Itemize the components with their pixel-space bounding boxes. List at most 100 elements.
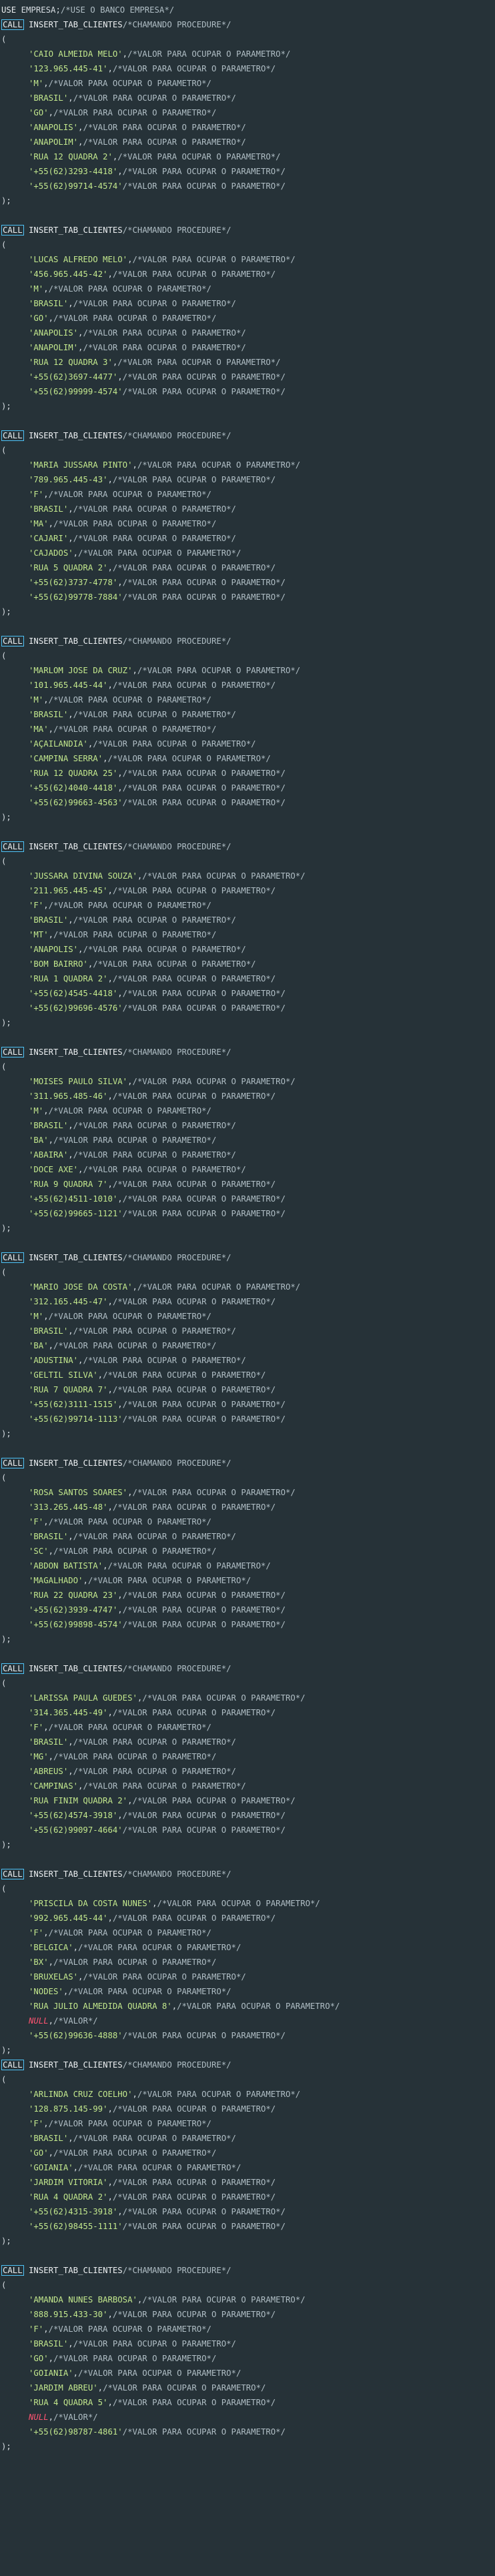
comma: , [117, 989, 123, 998]
param-value: '+55(62)3939-4747' [29, 1605, 118, 1615]
call-comment: /*CHAMANDO PROCEDURE*/ [122, 1047, 231, 1057]
call-line: CALL INSERT_TAB_CLIENTES/*CHAMANDO PROCE… [0, 1456, 495, 1470]
param-line: '+55(62)4574-3918',/*VALOR PARA OCUPAR O… [0, 1808, 495, 1823]
param-comment: /*VALOR PARA OCUPAR O PARAMETRO*/ [132, 1488, 296, 1497]
param-line: 'SC',/*VALOR PARA OCUPAR O PARAMETRO*/ [0, 1544, 495, 1559]
param-value: 'RUA 4 QUADRA 2' [29, 2192, 108, 2202]
param-line: '+55(62)3737-4778',/*VALOR PARA OCUPAR O… [0, 575, 495, 590]
param-comment: /*VALOR PARA OCUPAR O PARAMETRO*/ [122, 989, 286, 998]
code-editor[interactable]: USE EMPRESA;/*USE O BANCO EMPRESA*/ CALL… [0, 0, 495, 2454]
param-value: '789.965.445-43' [29, 475, 108, 484]
close-paren: ); [1, 2236, 11, 2246]
open-paren: ( [1, 1062, 7, 1071]
close-paren-line: ); [0, 1426, 495, 1441]
param-value: 'ANAPOLIS' [29, 123, 79, 132]
param-line: 'MA',/*VALOR PARA OCUPAR O PARAMETRO*/ [0, 516, 495, 531]
param-line: 'BRUXELAS',/*VALOR PARA OCUPAR O PARAMET… [0, 1970, 495, 1984]
param-value: 'BRASIL' [29, 2339, 69, 2348]
call-block: CALL INSERT_TAB_CLIENTES/*CHAMANDO PROCE… [0, 2263, 495, 2454]
call-comment: /*CHAMANDO PROCEDURE*/ [122, 636, 231, 646]
comma: , [43, 1517, 49, 1527]
param-comment: /*VALOR PARA OCUPAR O PARAMETRO*/ [53, 2354, 217, 2363]
param-line: 'ANAPOLIS',/*VALOR PARA OCUPAR O PARAMET… [0, 942, 495, 957]
param-line: 'CAJARI',/*VALOR PARA OCUPAR O PARAMETRO… [0, 531, 495, 546]
procedure-name: INSERT_TAB_CLIENTES [23, 1458, 123, 1468]
param-value: '+55(62)4315-3918' [29, 2207, 118, 2216]
param-value: 'GO' [29, 2148, 49, 2158]
param-comment: /*VALOR PARA OCUPAR O PARAMETRO*/ [122, 2207, 286, 2216]
param-value: 'ABAIRA' [29, 1150, 69, 1160]
comma: , [43, 1312, 49, 1321]
call-block: CALL INSERT_TAB_CLIENTES/*CHAMANDO PROCE… [0, 1661, 495, 1867]
comma: , [73, 2369, 79, 2378]
param-line: 'BA',/*VALOR PARA OCUPAR O PARAMETRO*/ [0, 1133, 495, 1148]
call-keyword: CALL [1, 841, 24, 852]
param-comment: /*VALOR PARA OCUPAR O PARAMETRO*/ [122, 1620, 286, 1629]
param-value: 'MA' [29, 725, 49, 734]
param-comment: /*VALOR PARA OCUPAR O PARAMETRO*/ [127, 49, 291, 59]
comma: , [117, 1605, 123, 1615]
call-keyword: CALL [1, 2265, 24, 2276]
close-paren: ); [1, 607, 11, 616]
open-paren-line: ( [0, 649, 495, 663]
param-comment: /*VALOR PARA OCUPAR O PARAMETRO*/ [53, 1547, 217, 1556]
param-value: 'GO' [29, 108, 49, 117]
comma: , [152, 1899, 157, 1908]
param-line: '+55(62)3111-1515',/*VALOR PARA OCUPAR O… [0, 1397, 495, 1412]
comma: , [48, 1547, 54, 1556]
param-value: 'BRASIL' [29, 2134, 69, 2143]
comma: , [68, 504, 73, 514]
param-value: '128.875.145-99' [29, 2104, 108, 2114]
param-comment: /*VALOR PARA OCUPAR O PARAMETRO*/ [112, 974, 276, 983]
close-paren: ); [1, 1429, 11, 1438]
param-comment: /*VALOR PARA OCUPAR O PARAMETRO*/ [78, 548, 241, 558]
param-comment: /*VALOR PARA OCUPAR O PARAMETRO*/ [112, 2310, 276, 2319]
param-line: 'BRASIL',/*VALOR PARA OCUPAR O PARAMETRO… [0, 707, 495, 722]
comma: , [68, 534, 73, 543]
param-comment: /*VALOR PARA OCUPAR O PARAMETRO*/ [78, 2369, 241, 2378]
param-value: 'ANAPOLIS' [29, 328, 79, 338]
param-value: 'MA' [29, 519, 49, 528]
comma: , [68, 2339, 73, 2348]
param-comment: /*VALOR PARA OCUPAR O PARAMETRO*/ [112, 1708, 276, 1717]
param-line: 'F',/*VALOR PARA OCUPAR O PARAMETRO*/ [0, 1515, 495, 1529]
param-line: '+55(62)98455-1111'/*VALOR PARA OCUPAR O… [0, 2219, 495, 2234]
param-comment: /*VALOR PARA OCUPAR O PARAMETRO*/ [48, 1928, 211, 1938]
procedure-name: INSERT_TAB_CLIENTES [23, 1664, 123, 1673]
comma: , [43, 2119, 49, 2128]
param-line: 'ARLINDA CRUZ COELHO',/*VALOR PARA OCUPA… [0, 2087, 495, 2102]
comma: , [107, 886, 113, 895]
param-line: '211.965.445-45',/*VALOR PARA OCUPAR O P… [0, 883, 495, 898]
close-paren-line: ); [0, 193, 495, 208]
param-value: 'JUSSARA DIVINA SOUZA' [29, 871, 137, 881]
comma: , [117, 578, 123, 587]
comma: , [107, 1297, 113, 1306]
call-block: CALL INSERT_TAB_CLIENTES/*CHAMANDO PROCE… [0, 1250, 495, 1456]
comma: , [97, 1370, 103, 1380]
param-value: 'GOIANIA' [29, 2163, 73, 2172]
close-paren-line: ); [0, 810, 495, 825]
open-paren: ( [1, 857, 7, 866]
comma: , [68, 1767, 73, 1776]
param-value: 'BRASIL' [29, 1326, 69, 1336]
param-line: 'ANAPOLIS',/*VALOR PARA OCUPAR O PARAMET… [0, 120, 495, 135]
param-value: 'F' [29, 1928, 44, 1938]
param-value: '+55(62)99097-4664' [29, 1825, 123, 1835]
param-value: 'M' [29, 1106, 44, 1116]
param-comment: /*VALOR PARA OCUPAR O PARAMETRO*/ [137, 460, 301, 470]
param-line: '+55(62)99778-7884'/*VALOR PARA OCUPAR O… [0, 590, 495, 604]
comma: , [107, 475, 113, 484]
param-line: '311.965.485-46',/*VALOR PARA OCUPAR O P… [0, 1089, 495, 1104]
param-comment: /*VALOR PARA OCUPAR O PARAMETRO*/ [122, 387, 286, 396]
param-line: 'M',/*VALOR PARA OCUPAR O PARAMETRO*/ [0, 282, 495, 296]
param-line: 'RUA 5 QUADRA 2',/*VALOR PARA OCUPAR O P… [0, 560, 495, 575]
comma: , [171, 2002, 177, 2011]
param-value: 'ADUSTINA' [29, 1356, 79, 1365]
param-line: '+55(62)99636-4888'/*VALOR PARA OCUPAR O… [0, 2028, 495, 2043]
param-line: 'ROSA SANTOS SOARES',/*VALOR PARA OCUPAR… [0, 1485, 495, 1500]
param-value: 'BRASIL' [29, 1121, 69, 1130]
param-value: 'M' [29, 284, 44, 294]
param-value: 'BRASIL' [29, 1737, 69, 1747]
param-value: '+55(62)99999-4574' [29, 387, 123, 396]
